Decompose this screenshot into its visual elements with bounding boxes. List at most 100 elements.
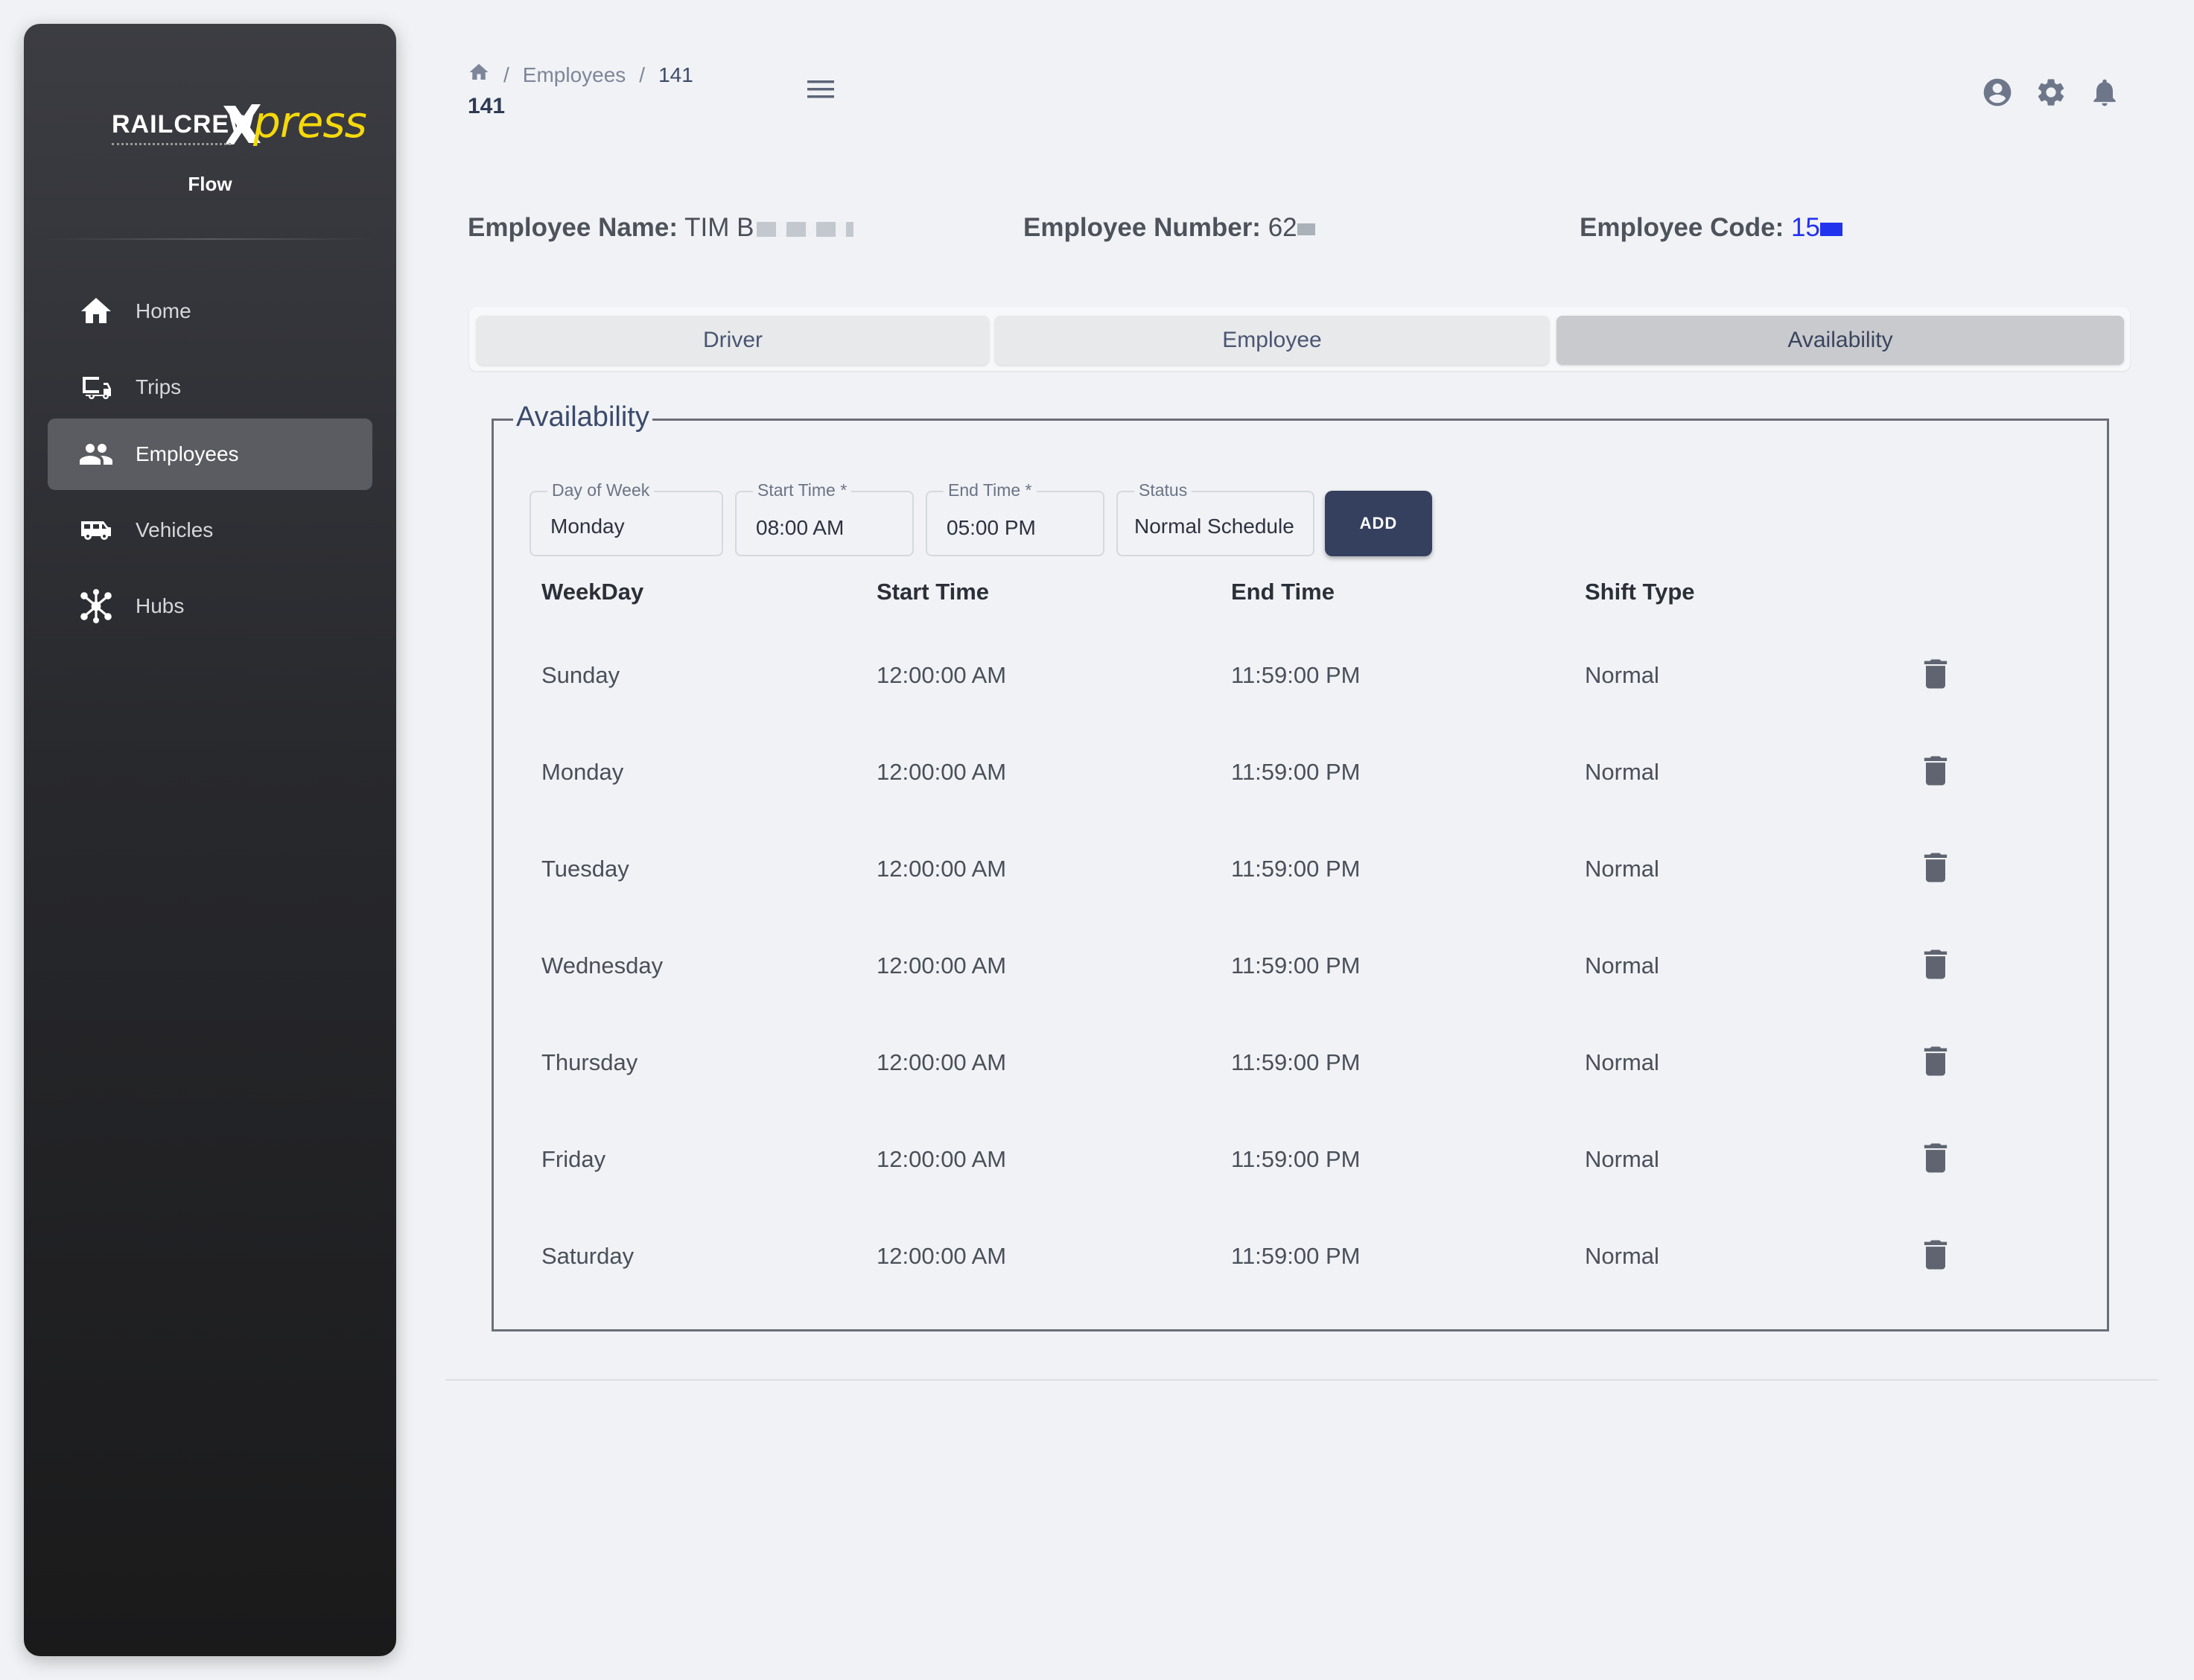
shift-type-cell: Normal (1585, 759, 1659, 785)
weekday-cell: Friday (541, 1146, 606, 1172)
sidebar-item-label: Vehicles (136, 518, 214, 541)
breadcrumb-separator: / (639, 63, 646, 86)
employee-code: Employee Code: 15 (1580, 213, 1842, 243)
weekday-cell: Tuesday (541, 856, 629, 882)
delete-icon[interactable] (1916, 1139, 1955, 1177)
account-icon[interactable] (1981, 76, 2014, 112)
employee-code-label: Employee Code: (1580, 213, 1784, 242)
field-value: Monday (550, 515, 625, 538)
sidebar-item-label: Trips (136, 375, 182, 398)
weekday-cell: Monday (541, 759, 624, 785)
start-time-cell: 12:00:00 AM (877, 856, 1007, 882)
breadcrumb-employees-link[interactable]: Employees (523, 63, 626, 87)
weekday-cell: Thursday (541, 1049, 638, 1075)
redacted-blur (1297, 223, 1315, 235)
shift-type-cell: Normal (1585, 1049, 1659, 1075)
shift-type-cell: Normal (1585, 1146, 1659, 1172)
employee-number-value: 62 (1268, 213, 1297, 242)
table-row: Monday 12:00:00 AM 11:59:00 PM Normal (494, 725, 2107, 821)
status-select[interactable]: Status Normal Schedule (1116, 480, 1314, 556)
field-label: End Time * (944, 480, 1037, 500)
end-time-cell: 11:59:00 PM (1231, 856, 1361, 882)
table-row: Wednesday 12:00:00 AM 11:59:00 PM Normal (494, 918, 2107, 1015)
column-header-end-time: End Time (1231, 579, 1335, 605)
page-title: 141 (468, 94, 506, 118)
end-time-cell: 11:59:00 PM (1231, 1243, 1361, 1269)
sidebar-item-employees[interactable]: Employees (48, 419, 372, 490)
sidebar-item-hubs[interactable]: Hubs (48, 570, 372, 642)
employee-number: Employee Number: 62 (1023, 213, 1315, 243)
availability-legend: Availability (513, 401, 652, 433)
employee-code-value[interactable]: 15 (1791, 213, 1820, 242)
tab-availability[interactable]: Availability (1557, 316, 2124, 365)
start-time-input[interactable]: Start Time * 08:00 AM (735, 480, 914, 556)
home-icon (77, 293, 115, 330)
add-availability-button[interactable]: ADD (1325, 491, 1432, 556)
redacted-blur (757, 221, 854, 237)
breadcrumb-separator: / (503, 63, 509, 86)
content-divider (445, 1379, 2158, 1381)
sidebar-divider (46, 238, 374, 240)
shift-type-cell: Normal (1585, 856, 1659, 882)
end-time-cell: 11:59:00 PM (1231, 952, 1361, 979)
logo-text-right: press (253, 97, 367, 147)
weekday-cell: Saturday (541, 1243, 635, 1269)
shift-type-cell: Normal (1585, 662, 1659, 688)
gear-icon[interactable] (2035, 76, 2067, 112)
tab-employee[interactable]: Employee (995, 316, 1549, 365)
hamburger-menu-icon[interactable] (806, 74, 836, 104)
notification-bell-icon[interactable] (2088, 76, 2121, 112)
field-value: 05:00 PM (947, 516, 1036, 539)
end-time-cell: 11:59:00 PM (1231, 759, 1361, 785)
delete-icon[interactable] (1916, 655, 1955, 693)
railcrewxpress-logo: RAILCREW press (83, 95, 367, 155)
field-value: 08:00 AM (756, 516, 845, 539)
home-icon[interactable] (468, 61, 490, 89)
column-header-weekday: WeekDay (541, 579, 644, 605)
weekday-cell: Wednesday (541, 952, 664, 979)
delete-icon[interactable] (1916, 751, 1955, 790)
employee-name-value: TIM B (684, 213, 754, 242)
employee-tabs: Driver Employee Availability (469, 307, 2130, 371)
table-row: Tuesday 12:00:00 AM 11:59:00 PM Normal (494, 821, 2107, 918)
table-row: Saturday 12:00:00 AM 11:59:00 PM Normal (494, 1209, 2107, 1305)
delete-icon[interactable] (1916, 848, 1955, 887)
end-time-input[interactable]: End Time * 05:00 PM (926, 480, 1104, 556)
redacted-blur (1819, 222, 1842, 236)
start-time-cell: 12:00:00 AM (877, 759, 1007, 785)
employee-name-label: Employee Name: (468, 213, 678, 242)
column-header-shift-type: Shift Type (1585, 579, 1695, 605)
sidebar: RAILCREW press Flow Home Trips Employees… (24, 24, 396, 1656)
sidebar-item-vehicles[interactable]: Vehicles (48, 494, 372, 566)
start-time-cell: 12:00:00 AM (877, 1243, 1007, 1269)
field-value: Normal Schedule (1134, 515, 1294, 538)
table-row: Sunday 12:00:00 AM 11:59:00 PM Normal (494, 628, 2107, 725)
employee-number-label: Employee Number: (1023, 213, 1261, 242)
tab-driver[interactable]: Driver (477, 316, 989, 365)
start-time-cell: 12:00:00 AM (877, 1049, 1007, 1075)
breadcrumb-current: 141 (658, 63, 693, 86)
field-label: Day of Week (547, 480, 655, 500)
sidebar-item-label: Home (136, 299, 191, 322)
table-row: Friday 12:00:00 AM 11:59:00 PM Normal (494, 1112, 2107, 1209)
vehicle-icon (77, 512, 115, 549)
delete-icon[interactable] (1916, 945, 1955, 984)
delete-icon[interactable] (1916, 1042, 1955, 1081)
hubs-icon (77, 588, 115, 625)
sidebar-item-trips[interactable]: Trips (48, 351, 372, 423)
column-header-start-time: Start Time (877, 579, 990, 605)
sidebar-item-label: Employees (136, 442, 239, 465)
start-time-cell: 12:00:00 AM (877, 662, 1007, 688)
field-label: Status (1134, 480, 1192, 500)
availability-panel: Availability Day of Week Monday Start Ti… (492, 401, 2109, 1331)
weekday-cell: Sunday (541, 662, 620, 688)
day-of-week-select[interactable]: Day of Week Monday (530, 480, 723, 556)
delete-icon[interactable] (1916, 1235, 1955, 1274)
end-time-cell: 11:59:00 PM (1231, 1146, 1361, 1172)
sidebar-item-home[interactable]: Home (48, 276, 372, 347)
field-label: Start Time * (753, 480, 852, 500)
start-time-cell: 12:00:00 AM (877, 1146, 1007, 1172)
shift-type-cell: Normal (1585, 1243, 1659, 1269)
start-time-cell: 12:00:00 AM (877, 952, 1007, 979)
employees-icon (77, 436, 115, 473)
